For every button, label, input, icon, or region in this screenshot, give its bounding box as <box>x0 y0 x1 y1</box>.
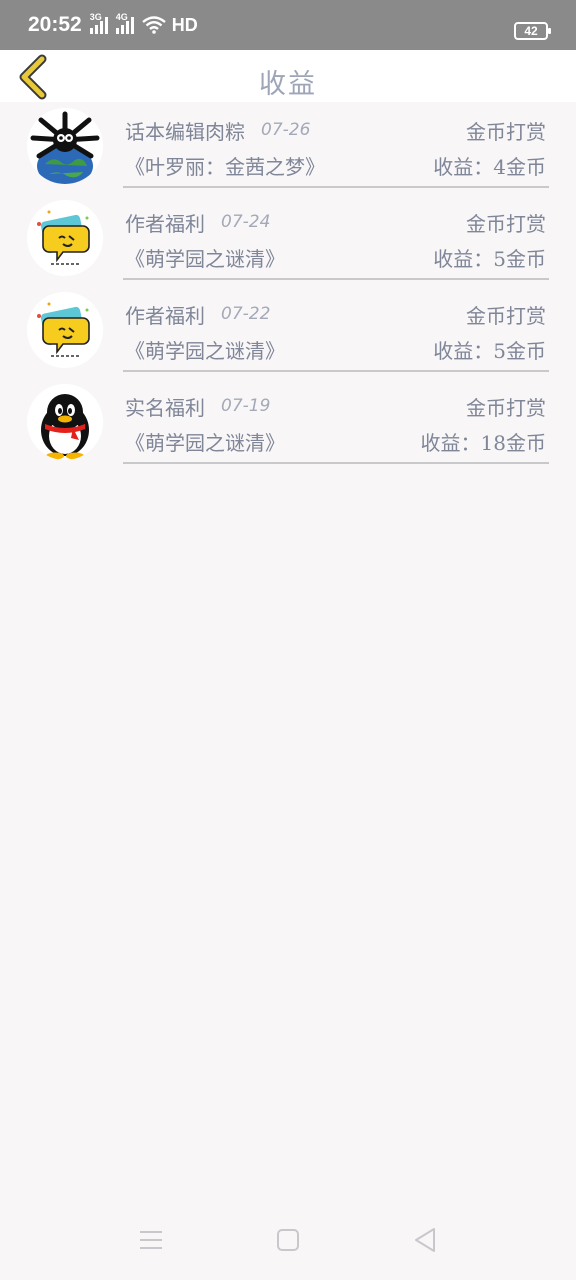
divider <box>123 462 549 464</box>
book-title: 《萌学园之谜清》 <box>125 430 285 455</box>
back-triangle-icon <box>415 1228 435 1252</box>
list-item[interactable]: 作者福利 07-24 金币打赏 《萌学园之谜清》 收益：5金币 <box>0 194 576 286</box>
divider <box>123 278 549 280</box>
system-nav-bar <box>0 1200 576 1280</box>
record-date: 07-24 <box>221 212 271 232</box>
avatar <box>27 384 103 460</box>
list-item[interactable]: 作者福利 07-22 金币打赏 《萌学园之谜清》 收益：5金币 <box>0 286 576 378</box>
book-title: 《叶罗丽：金茜之梦》 <box>125 154 325 179</box>
income-amount: 收益：4金币 <box>433 154 546 179</box>
status-icons: 3G 4G HD <box>89 12 198 36</box>
book-title: 《萌学园之谜清》 <box>125 338 285 363</box>
menu-button[interactable] <box>138 1227 164 1253</box>
spiky-earth-avatar-icon <box>27 108 103 184</box>
income-amount: 收益：5金币 <box>433 338 546 363</box>
battery-icon: 42 <box>514 22 551 40</box>
divider <box>123 370 549 372</box>
record-date: 07-26 <box>261 120 311 140</box>
reward-type: 金币打赏 <box>466 211 546 236</box>
qq-penguin-avatar-icon <box>27 384 103 460</box>
income-amount: 收益：5金币 <box>433 246 546 271</box>
menu-icon <box>140 1231 162 1249</box>
avatar <box>27 200 103 276</box>
hd-label: HD <box>171 14 198 35</box>
sender-name: 作者福利 <box>125 303 205 328</box>
page-title: 收益 <box>259 69 317 100</box>
record-date: 07-19 <box>221 396 271 416</box>
status-time: 20:52 <box>28 13 82 36</box>
sender-name: 作者福利 <box>125 211 205 236</box>
avatar <box>27 292 103 368</box>
divider <box>123 186 549 188</box>
wifi-icon <box>141 16 166 34</box>
signal-icon-1: 3G <box>89 12 110 34</box>
book-title: 《萌学园之谜清》 <box>125 246 285 271</box>
list-item[interactable]: 话本编辑肉粽 07-26 金币打赏 《叶罗丽：金茜之梦》 收益：4金币 <box>0 102 576 194</box>
avatar <box>27 108 103 184</box>
record-date: 07-22 <box>221 304 271 324</box>
reward-type: 金币打赏 <box>466 119 546 144</box>
battery-level: 42 <box>524 24 538 38</box>
chat-bubble-avatar-icon <box>27 200 103 276</box>
back-nav-button[interactable] <box>412 1227 438 1253</box>
reward-type: 金币打赏 <box>466 395 546 420</box>
list-item[interactable]: 实名福利 07-19 金币打赏 《萌学园之谜清》 收益：18金币 <box>0 378 576 470</box>
home-square-icon <box>277 1229 299 1251</box>
chat-bubble-avatar-icon <box>27 292 103 368</box>
status-bar: 20:52 3G 4G HD 42 <box>0 0 576 50</box>
reward-type: 金币打赏 <box>466 303 546 328</box>
header: 收益 <box>0 50 576 102</box>
income-list: 话本编辑肉粽 07-26 金币打赏 《叶罗丽：金茜之梦》 收益：4金币 作者福利… <box>0 102 576 470</box>
income-amount: 收益：18金币 <box>420 430 546 455</box>
sender-name: 实名福利 <box>125 395 205 420</box>
signal-icon-2: 4G <box>115 12 136 34</box>
sender-name: 话本编辑肉粽 <box>125 119 245 144</box>
home-button[interactable] <box>275 1227 301 1253</box>
